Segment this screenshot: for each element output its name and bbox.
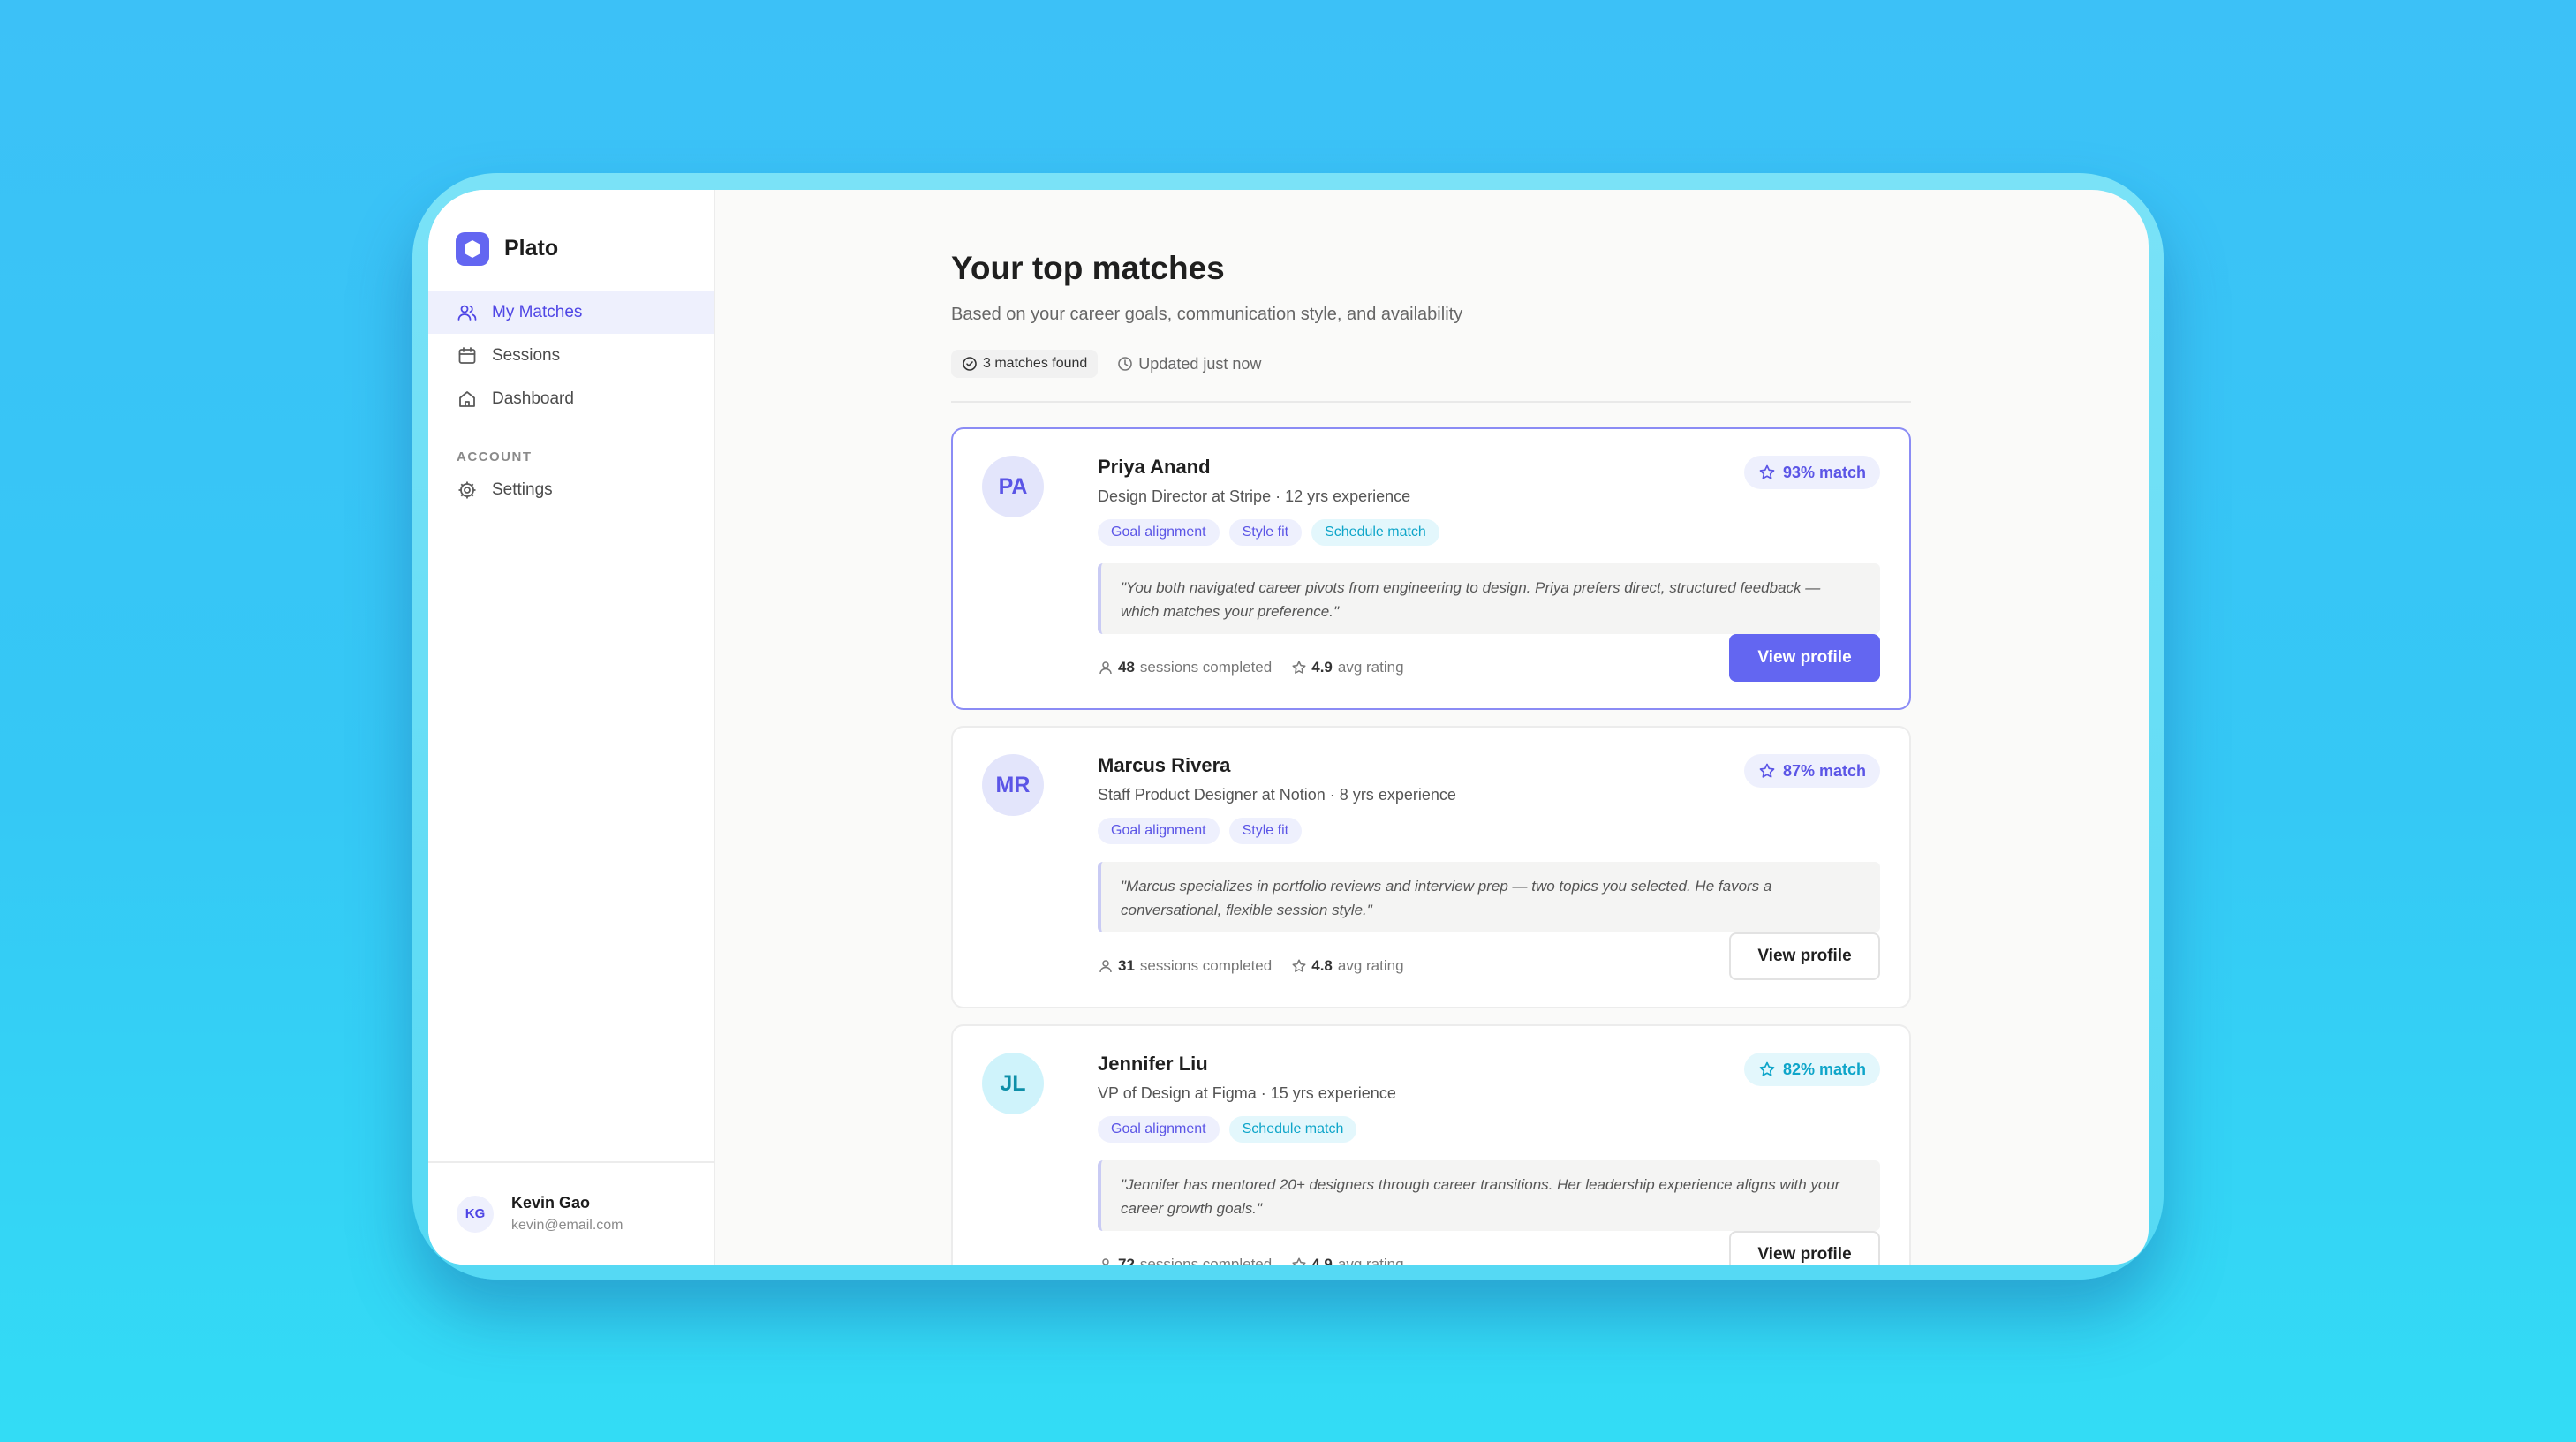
rating-stat: 4.8 avg rating [1291, 957, 1404, 975]
user-profile[interactable]: KG Kevin Gao kevin@email.com [428, 1161, 714, 1265]
app-name: Plato [504, 236, 559, 260]
view-profile-button[interactable]: View profile [1729, 932, 1880, 980]
clock-icon [1117, 356, 1133, 372]
sessions-stat: 72 sessions completed [1098, 1256, 1272, 1265]
sessions-count: 31 [1118, 957, 1135, 974]
page-title: Your top matches [951, 250, 1225, 286]
divider [951, 401, 1911, 403]
tag-goal-alignment: Goal alignment [1098, 818, 1220, 844]
app-window: Plato My Matches Sessions Dashboard ACCO… [428, 190, 2149, 1265]
matches-found-badge: 3 matches found [951, 350, 1099, 378]
sessions-stat: 31 sessions completed [1098, 957, 1272, 975]
star-icon [1291, 1257, 1307, 1265]
tag-goal-alignment: Goal alignment [1098, 1116, 1220, 1143]
sidebar-item-label: My Matches [492, 302, 583, 321]
match-score: 87% match [1782, 761, 1866, 780]
tag-schedule-match: Schedule match [1228, 1116, 1357, 1143]
sessions-label: sessions completed [1139, 957, 1273, 974]
main-content: Your top matches Based on your career go… [715, 190, 2149, 1265]
avatar: PA [982, 456, 1044, 517]
results-meta: 3 matches found Updated just now [951, 350, 1911, 378]
users-icon [457, 302, 478, 323]
rating-label: avg rating [1337, 957, 1404, 974]
avatar: MR [982, 754, 1044, 816]
user-icon [1098, 958, 1114, 974]
match-card[interactable]: JL 82% match Jennifer Liu VP of Design a… [951, 1024, 1911, 1265]
sidebar-item-label: Dashboard [492, 389, 574, 408]
star-icon [1758, 1061, 1776, 1078]
calendar-icon [457, 345, 478, 366]
match-reason-quote: "Jennifer has mentored 20+ designers thr… [1098, 1160, 1880, 1231]
updated-text: Updated just now [1138, 354, 1262, 373]
account-section-label: ACCOUNT [457, 449, 533, 464]
match-score: 82% match [1782, 1060, 1866, 1078]
tag-goal-alignment: Goal alignment [1098, 519, 1220, 546]
sidebar-item-sessions[interactable]: Sessions [428, 334, 714, 377]
brand[interactable]: Plato [428, 190, 714, 278]
matches-found-text: 3 matches found [983, 356, 1088, 371]
mentor-role: Design Director at Stripe · 12 yrs exper… [1098, 487, 1411, 505]
mentor-role: VP of Design at Figma · 15 yrs experienc… [1098, 1084, 1396, 1102]
updated-status: Updated just now [1117, 355, 1261, 374]
match-card[interactable]: PA 93% match Priya Anand Design Director… [951, 427, 1911, 710]
tag-style-fit: Style fit [1228, 519, 1303, 546]
match-reason-quote: "You both navigated career pivots from e… [1098, 563, 1880, 634]
matches-content: Your top matches Based on your career go… [951, 250, 1911, 1265]
sessions-stat: 48 sessions completed [1098, 659, 1272, 676]
match-score: 93% match [1782, 463, 1866, 481]
sessions-count: 48 [1118, 659, 1135, 676]
match-reason-quote: "Marcus specializes in portfolio reviews… [1098, 862, 1880, 932]
tag-style-fit: Style fit [1228, 818, 1303, 844]
rating-value: 4.8 [1311, 957, 1333, 974]
tag-list: Goal alignment Schedule match [1098, 1116, 1880, 1143]
sessions-label: sessions completed [1139, 1256, 1273, 1265]
sidebar-item-settings[interactable]: Settings [428, 468, 714, 511]
tag-list: Goal alignment Style fit Schedule match [1098, 519, 1880, 546]
user-icon [1098, 660, 1114, 676]
gear-icon [457, 479, 478, 501]
match-card[interactable]: MR 87% match Marcus Rivera Staff Product… [951, 726, 1911, 1008]
sidebar-item-label: Settings [492, 479, 553, 499]
sidebar-item-dashboard[interactable]: Dashboard [428, 377, 714, 420]
sidebar: Plato My Matches Sessions Dashboard ACCO… [428, 190, 715, 1265]
sidebar-item-label: Sessions [492, 345, 561, 365]
check-circle-icon [962, 356, 978, 372]
match-score-badge: 87% match [1743, 754, 1880, 788]
home-icon [457, 389, 478, 410]
sidebar-item-my-matches[interactable]: My Matches [428, 291, 714, 334]
star-icon [1758, 762, 1776, 780]
user-email: kevin@email.com [511, 1218, 623, 1233]
rating-value: 4.9 [1311, 659, 1333, 676]
plato-logo-icon [456, 231, 489, 266]
sessions-label: sessions completed [1139, 659, 1273, 676]
match-score-badge: 93% match [1743, 456, 1880, 489]
user-name: Kevin Gao [511, 1194, 591, 1212]
view-profile-button[interactable]: View profile [1729, 1231, 1880, 1265]
star-icon [1758, 464, 1776, 481]
rating-stat: 4.9 avg rating [1291, 1256, 1404, 1265]
avatar: KG [457, 1195, 494, 1233]
match-score-badge: 82% match [1743, 1053, 1880, 1086]
page-subtitle: Based on your career goals, communicatio… [951, 305, 1463, 324]
mentor-role: Staff Product Designer at Notion · 8 yrs… [1098, 786, 1456, 804]
tag-list: Goal alignment Style fit [1098, 818, 1880, 844]
avatar: JL [982, 1053, 1044, 1114]
main-nav: My Matches Sessions Dashboard ACCOUNT Se [428, 291, 714, 511]
user-icon [1098, 1257, 1114, 1265]
star-icon [1291, 958, 1307, 974]
sessions-count: 72 [1118, 1256, 1135, 1265]
rating-value: 4.9 [1311, 1256, 1333, 1265]
rating-label: avg rating [1337, 659, 1404, 676]
star-icon [1291, 660, 1307, 676]
rating-label: avg rating [1337, 1256, 1404, 1265]
tag-schedule-match: Schedule match [1311, 519, 1439, 546]
view-profile-button[interactable]: View profile [1729, 634, 1880, 682]
rating-stat: 4.9 avg rating [1291, 659, 1404, 676]
user-info: Kevin Gao kevin@email.com [511, 1194, 623, 1234]
